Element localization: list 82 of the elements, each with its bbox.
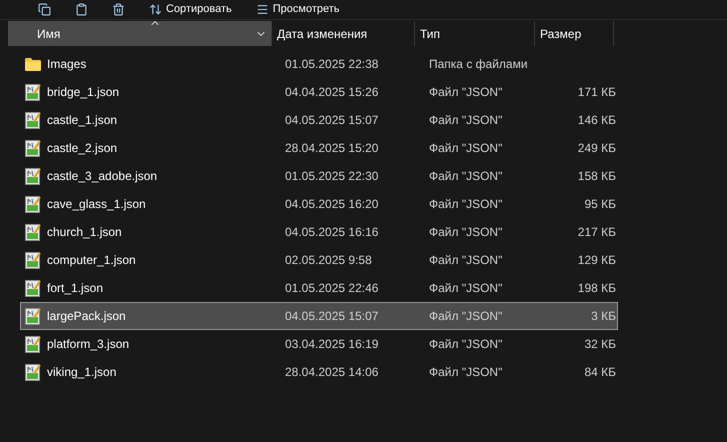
json-file-icon [25, 196, 41, 212]
toolbar-button[interactable]: Просмотреть [248, 0, 348, 18]
type-cell-text: Файл "JSON" [428, 168, 504, 185]
file-row[interactable]: platform_3.json 03.04.2025 16:19 Файл "JSON" 32 КБ [20, 330, 618, 358]
size-cell-text: 3 КБ [590, 308, 616, 325]
json-file-icon [25, 224, 41, 240]
type-cell-text: Файл "JSON" [428, 308, 504, 325]
file-row[interactable]: bridge_1.json 04.04.2025 15:26 Файл "JSON" 171 КБ [20, 78, 618, 106]
file-row[interactable]: castle_2.json 28.04.2025 15:20 Файл "JSON" 249 КБ [20, 134, 618, 162]
date-cell-text: 01.05.2025 22:30 [284, 168, 380, 185]
file-row[interactable]: church_1.json 04.05.2025 16:16 Файл "JSON" 217 КБ [20, 218, 618, 246]
column-header[interactable]: Дата изменения [272, 21, 415, 46]
file-row[interactable]: computer_1.json 02.05.2025 9:58 Файл "JSON" 129 КБ [20, 246, 618, 274]
size-cell-text: 249 КБ [576, 140, 616, 157]
type-cell-text: Файл "JSON" [428, 84, 504, 101]
file-name: bridge_1.json [47, 84, 120, 101]
column-header[interactable]: Размер [535, 21, 614, 46]
date-cell-text: 04.05.2025 16:16 [284, 224, 380, 241]
type-cell-text: Файл "JSON" [428, 112, 504, 129]
sort-icon [149, 3, 162, 16]
size-cell-text: 95 КБ [583, 196, 616, 213]
json-file-icon [25, 84, 41, 100]
json-file-icon [25, 140, 41, 156]
date-cell-text: 02.05.2025 9:58 [284, 252, 373, 269]
date-cell-text: 28.04.2025 15:20 [284, 140, 380, 157]
file-name: computer_1.json [47, 252, 136, 269]
type-cell-text: Файл "JSON" [428, 280, 504, 297]
trash-icon [112, 3, 125, 16]
date-cell-text: 03.04.2025 16:19 [284, 336, 380, 353]
type-cell-text: Файл "JSON" [428, 336, 504, 353]
folder-icon [25, 58, 41, 70]
size-cell-text: 158 КБ [576, 168, 616, 185]
column-header[interactable]: Имя [8, 21, 272, 46]
clipboard-icon [75, 3, 88, 16]
file-name: Images [47, 56, 86, 73]
file-row[interactable]: castle_1.json 04.05.2025 15:07 Файл "JSON" 146 КБ [20, 106, 618, 134]
type-cell-text: Файл "JSON" [428, 224, 504, 241]
type-cell-text: Файл "JSON" [428, 364, 504, 381]
menu-icon [256, 3, 269, 16]
size-cell-text: 198 КБ [576, 280, 616, 297]
json-file-icon [25, 112, 41, 128]
file-name: castle_3_adobe.json [47, 168, 158, 185]
date-cell-text: 01.05.2025 22:46 [284, 280, 380, 297]
file-name: cave_glass_1.json [47, 196, 146, 213]
toolbar-button[interactable]: Сортировать [141, 0, 240, 18]
column-header[interactable]: Тип [415, 21, 535, 46]
file-row[interactable]: fort_1.json 01.05.2025 22:46 Файл "JSON" 198 КБ [20, 274, 618, 302]
copy-icon [38, 3, 51, 16]
type-cell-text: Папка с файлами [428, 56, 529, 73]
type-cell-text: Файл "JSON" [428, 252, 504, 269]
file-row[interactable]: cave_glass_1.json 04.05.2025 16:20 Файл "JSON" 95 КБ [20, 190, 618, 218]
date-cell-text: 04.05.2025 15:07 [284, 308, 380, 325]
file-name: castle_1.json [47, 112, 118, 129]
json-file-icon [25, 168, 41, 184]
type-cell-text: Файл "JSON" [428, 196, 504, 213]
file-name: viking_1.json [47, 364, 116, 381]
date-cell-text: 28.04.2025 14:06 [284, 364, 380, 381]
json-file-icon [25, 280, 41, 296]
file-name: fort_1.json [47, 280, 104, 297]
size-cell-text: 129 КБ [576, 252, 616, 269]
size-cell-text: 217 КБ [576, 224, 616, 241]
json-file-icon [25, 336, 41, 352]
json-file-icon [25, 364, 41, 380]
file-row[interactable]: Images 01.05.2025 22:38 Папка с файлами [20, 50, 618, 78]
file-row[interactable]: viking_1.json 28.04.2025 14:06 Файл "JSON" 84 КБ [20, 358, 618, 386]
date-cell-text: 04.05.2025 15:07 [284, 112, 380, 129]
size-cell-text: 84 КБ [583, 364, 616, 381]
size-cell-text: 32 КБ [583, 336, 616, 353]
file-row[interactable]: largePack.json 04.05.2025 15:07 Файл "JSON" 3 КБ [20, 302, 618, 330]
file-name: church_1.json [47, 224, 122, 241]
file-name: platform_3.json [47, 336, 130, 353]
file-name: largePack.json [47, 308, 126, 325]
file-row[interactable]: castle_3_adobe.json 01.05.2025 22:30 Файл "JSON" 158 КБ [20, 162, 618, 190]
file-name: castle_2.json [47, 140, 118, 157]
size-cell-text: 171 КБ [576, 84, 616, 101]
date-cell-text: 04.04.2025 15:26 [284, 84, 380, 101]
json-file-icon [25, 308, 41, 324]
json-file-icon [25, 252, 41, 268]
date-cell-text: 01.05.2025 22:38 [284, 56, 380, 73]
type-cell-text: Файл "JSON" [428, 140, 504, 157]
size-cell-text: 146 КБ [576, 112, 616, 129]
date-cell-text: 04.05.2025 16:20 [284, 196, 380, 213]
